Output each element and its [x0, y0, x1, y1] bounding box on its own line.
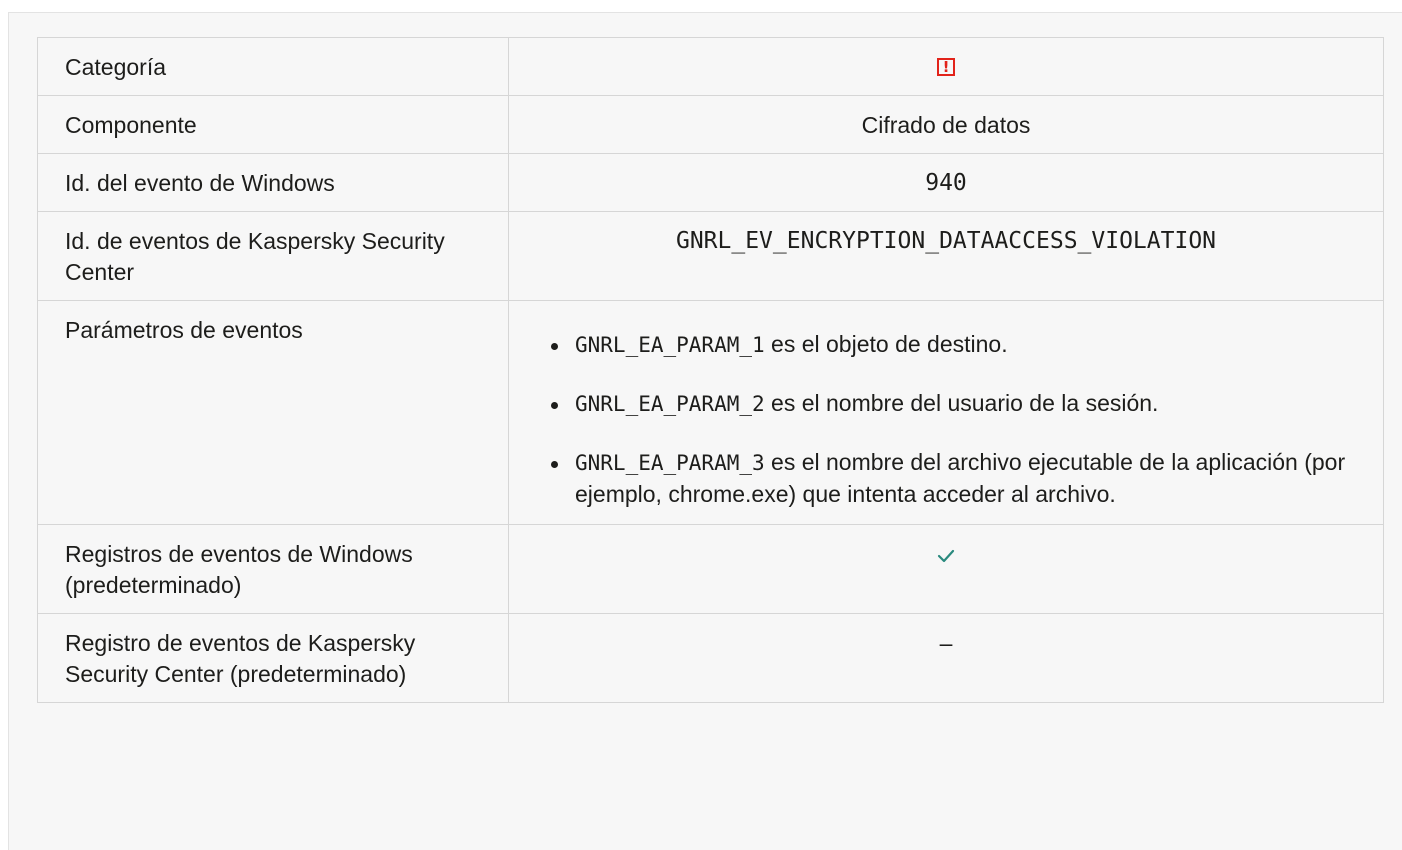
table-row: Registro de eventos de Kaspersky Securit…: [37, 613, 1384, 703]
row-label: Registros de eventos de Windows (predete…: [37, 524, 509, 614]
red-exclamation-box-icon: !: [937, 58, 955, 77]
param-code: GNRL_EA_PARAM_2: [575, 392, 765, 416]
list-item: GNRL_EA_PARAM_3 es el nombre del archivo…: [551, 447, 1353, 510]
table-row: Parámetros de eventos GNRL_EA_PARAM_1 es…: [37, 300, 1384, 525]
row-label: Id. de eventos de Kaspersky Security Cen…: [37, 211, 509, 301]
event-parameters-list: GNRL_EA_PARAM_1 es el objeto de destino.…: [529, 315, 1363, 510]
param-code: GNRL_EA_PARAM_3: [575, 451, 765, 475]
checkmark-icon: [937, 549, 955, 563]
row-label: Registro de eventos de Kaspersky Securit…: [37, 613, 509, 703]
event-properties-table: Categoría ! Componente Cifrado de datos …: [37, 37, 1384, 703]
list-item: GNRL_EA_PARAM_1 es el objeto de destino.: [551, 329, 1353, 361]
table-row: Id. del evento de Windows 940: [37, 153, 1384, 212]
row-label: Id. del evento de Windows: [37, 153, 509, 212]
param-code: GNRL_EA_PARAM_1: [575, 333, 765, 357]
row-label: Componente: [37, 95, 509, 154]
table-row: Registros de eventos de Windows (predete…: [37, 524, 1384, 614]
row-value: [508, 524, 1384, 614]
row-value: GNRL_EA_PARAM_1 es el objeto de destino.…: [508, 300, 1384, 525]
param-description: es el nombre del usuario de la sesión.: [764, 390, 1159, 416]
row-label: Categoría: [37, 37, 509, 96]
row-value: 940: [508, 153, 1384, 212]
row-value: Cifrado de datos: [508, 95, 1384, 154]
row-label: Parámetros de eventos: [37, 300, 509, 525]
list-item: GNRL_EA_PARAM_2 es el nombre del usuario…: [551, 388, 1353, 420]
row-value: !: [508, 37, 1384, 96]
table-row: Id. de eventos de Kaspersky Security Cen…: [37, 211, 1384, 301]
row-value: –: [508, 613, 1384, 703]
content-panel: Categoría ! Componente Cifrado de datos …: [8, 12, 1402, 850]
table-row: Componente Cifrado de datos: [37, 95, 1384, 154]
table-row: Categoría !: [37, 37, 1384, 96]
param-description: es el objeto de destino.: [764, 331, 1008, 357]
row-value: GNRL_EV_ENCRYPTION_DATAACCESS_VIOLATION: [508, 211, 1384, 301]
